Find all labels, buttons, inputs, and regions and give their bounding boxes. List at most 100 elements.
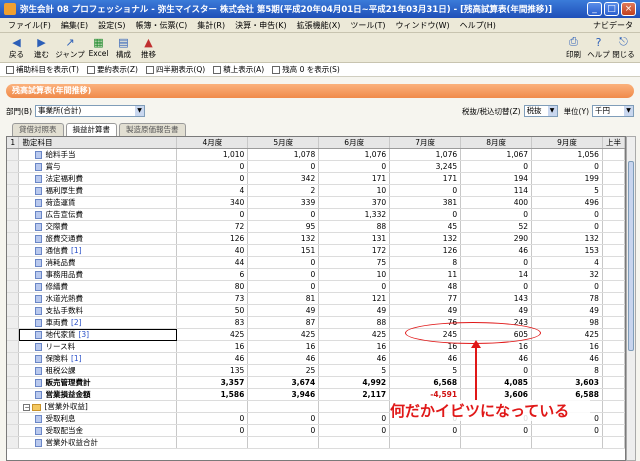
half-year-cell[interactable]	[602, 184, 625, 197]
scroll-thumb[interactable]	[628, 161, 634, 351]
account-name-cell[interactable]: 地代家賃 [3]	[18, 328, 178, 341]
amount-cell[interactable]: 46	[460, 352, 533, 365]
amount-cell[interactable]: 3,603	[531, 376, 603, 389]
amount-cell[interactable]: 290	[460, 232, 533, 245]
column-header[interactable]: 9月度	[531, 137, 603, 149]
amount-cell[interactable]: 199	[531, 172, 603, 185]
amount-cell[interactable]: 496	[531, 196, 603, 209]
compose-button[interactable]: ▤ 構成	[111, 35, 136, 60]
amount-cell[interactable]: 1,076	[318, 148, 391, 161]
amount-cell[interactable]: 425	[531, 328, 603, 341]
amount-cell[interactable]: 339	[247, 196, 320, 209]
account-name-cell[interactable]: 保険料 [1]	[18, 352, 178, 365]
amount-cell[interactable]: 88	[318, 316, 391, 329]
back-button[interactable]: ◀ 戻る	[4, 35, 29, 60]
half-year-cell[interactable]	[602, 232, 625, 245]
amount-cell[interactable]: 0	[318, 424, 391, 437]
amount-cell[interactable]: 0	[460, 364, 533, 377]
half-year-cell[interactable]	[602, 436, 625, 449]
amount-cell[interactable]: 132	[531, 232, 603, 245]
amount-cell[interactable]: 0	[389, 184, 462, 197]
table-row[interactable]: 給料手当 1,010 1,078 1,076 1,076 1,067 1,056	[7, 148, 625, 161]
amount-cell[interactable]: 46	[318, 352, 391, 365]
amount-cell[interactable]: 49	[318, 304, 391, 317]
amount-cell[interactable]: 1,078	[247, 148, 320, 161]
amount-cell[interactable]: 131	[318, 232, 391, 245]
amount-cell[interactable]: 16	[531, 340, 603, 353]
account-name-cell[interactable]: 賞与	[18, 160, 178, 173]
help-button[interactable]: ? ヘルプ	[586, 35, 611, 60]
amount-cell[interactable]: 4	[531, 256, 603, 269]
menu-extensions[interactable]: 拡張機能(X)	[292, 20, 346, 31]
amount-cell[interactable]: 0	[247, 280, 320, 293]
amount-cell[interactable]: 0	[389, 208, 462, 221]
column-header[interactable]: 勘定科目	[18, 137, 178, 149]
amount-cell[interactable]: 0	[318, 160, 391, 173]
table-row[interactable]: 広告宣伝費 0 0 1,332 0 0 0	[7, 208, 625, 221]
trend-button[interactable]: ▲ 推移	[136, 35, 161, 60]
amount-cell[interactable]: 6,568	[389, 376, 462, 389]
table-row[interactable]: 営業外収益合計	[7, 436, 625, 449]
amount-cell[interactable]: 50	[176, 304, 249, 317]
amount-cell[interactable]: 6	[176, 268, 249, 281]
half-year-cell[interactable]	[602, 268, 625, 281]
tab-income-statement[interactable]: 損益計算書	[65, 123, 117, 136]
amount-cell[interactable]: 81	[247, 292, 320, 305]
table-row[interactable]: 保険料 [1] 46 46 46 46 46 46	[7, 352, 625, 365]
amount-cell[interactable]	[531, 436, 603, 449]
amount-cell[interactable]: 1,332	[318, 208, 391, 221]
account-name-cell[interactable]: 広告宣伝費	[18, 208, 178, 221]
table-row[interactable]: 荷造運賃 340 339 370 381 400 496	[7, 196, 625, 209]
half-year-cell[interactable]	[602, 244, 625, 257]
amount-cell[interactable]	[389, 436, 462, 449]
account-name-cell[interactable]: − [営業外収益]	[18, 400, 178, 413]
half-year-cell[interactable]	[602, 280, 625, 293]
menu-file[interactable]: ファイル(F)	[3, 20, 56, 31]
amount-cell[interactable]	[247, 400, 320, 413]
amount-cell[interactable]: 0	[460, 424, 533, 437]
table-row[interactable]: 営業損益金額 1,586 3,946 2,117 -4,591 3,606 6,588	[7, 388, 625, 401]
amount-cell[interactable]: 5	[318, 364, 391, 377]
account-name-cell[interactable]: 受取利息	[18, 412, 178, 425]
table-row[interactable]: 福利厚生費 4 2 10 0 114 5	[7, 184, 625, 197]
amount-cell[interactable]: 49	[247, 304, 320, 317]
amount-cell[interactable]: 46	[460, 244, 533, 257]
amount-cell[interactable]: 0	[460, 280, 533, 293]
amount-cell[interactable]: 0	[531, 160, 603, 173]
amount-cell[interactable]: 77	[389, 292, 462, 305]
amount-cell[interactable]: 3,946	[247, 388, 320, 401]
amount-cell[interactable]: 0	[531, 220, 603, 233]
amount-cell[interactable]: 5	[389, 364, 462, 377]
amount-cell[interactable]: 10	[318, 184, 391, 197]
table-row[interactable]: 事務用品費 6 0 10 11 14 32	[7, 268, 625, 281]
menu-settings[interactable]: 設定(S)	[93, 20, 130, 31]
table-row[interactable]: 販売管理費計 3,357 3,674 4,992 6,568 4,085 3,603	[7, 376, 625, 389]
half-year-cell[interactable]	[602, 340, 625, 353]
table-row[interactable]: 受取配当金 0 0 0 0 0 0	[7, 424, 625, 437]
table-row[interactable]: 旅費交通費 126 132 131 132 290 132	[7, 232, 625, 245]
half-year-cell[interactable]	[602, 160, 625, 173]
print-button[interactable]: ⎙ 印刷	[561, 35, 586, 60]
amount-cell[interactable]: 0	[176, 424, 249, 437]
half-year-cell[interactable]	[602, 352, 625, 365]
amount-cell[interactable]: 3,674	[247, 376, 320, 389]
amount-cell[interactable]: 1,056	[531, 148, 603, 161]
amount-cell[interactable]: 88	[318, 220, 391, 233]
amount-cell[interactable]: 40	[176, 244, 249, 257]
tax-select[interactable]: 税抜 ▼	[523, 105, 558, 117]
half-year-cell[interactable]	[602, 388, 625, 401]
amount-cell[interactable]: 75	[318, 256, 391, 269]
amount-cell[interactable]: 3,606	[460, 388, 533, 401]
amount-cell[interactable]: 370	[318, 196, 391, 209]
summary-view-checkbox[interactable]: 要約表示(Z)	[86, 64, 138, 75]
amount-cell[interactable]: 52	[460, 220, 533, 233]
amount-cell[interactable]: 11	[389, 268, 462, 281]
table-row[interactable]: リース料 16 16 16 16 16 16	[7, 340, 625, 353]
account-name-cell[interactable]: 水道光熱費	[18, 292, 178, 305]
tab-balance-sheet[interactable]: 貸借対照表	[12, 123, 64, 136]
account-name-cell[interactable]: 交際費	[18, 220, 178, 233]
amount-cell[interactable]: 0	[531, 424, 603, 437]
amount-cell[interactable]: 1,010	[176, 148, 249, 161]
table-row[interactable]: 消耗品費 44 0 75 8 0 4	[7, 256, 625, 269]
amount-cell[interactable]: 0	[176, 160, 249, 173]
